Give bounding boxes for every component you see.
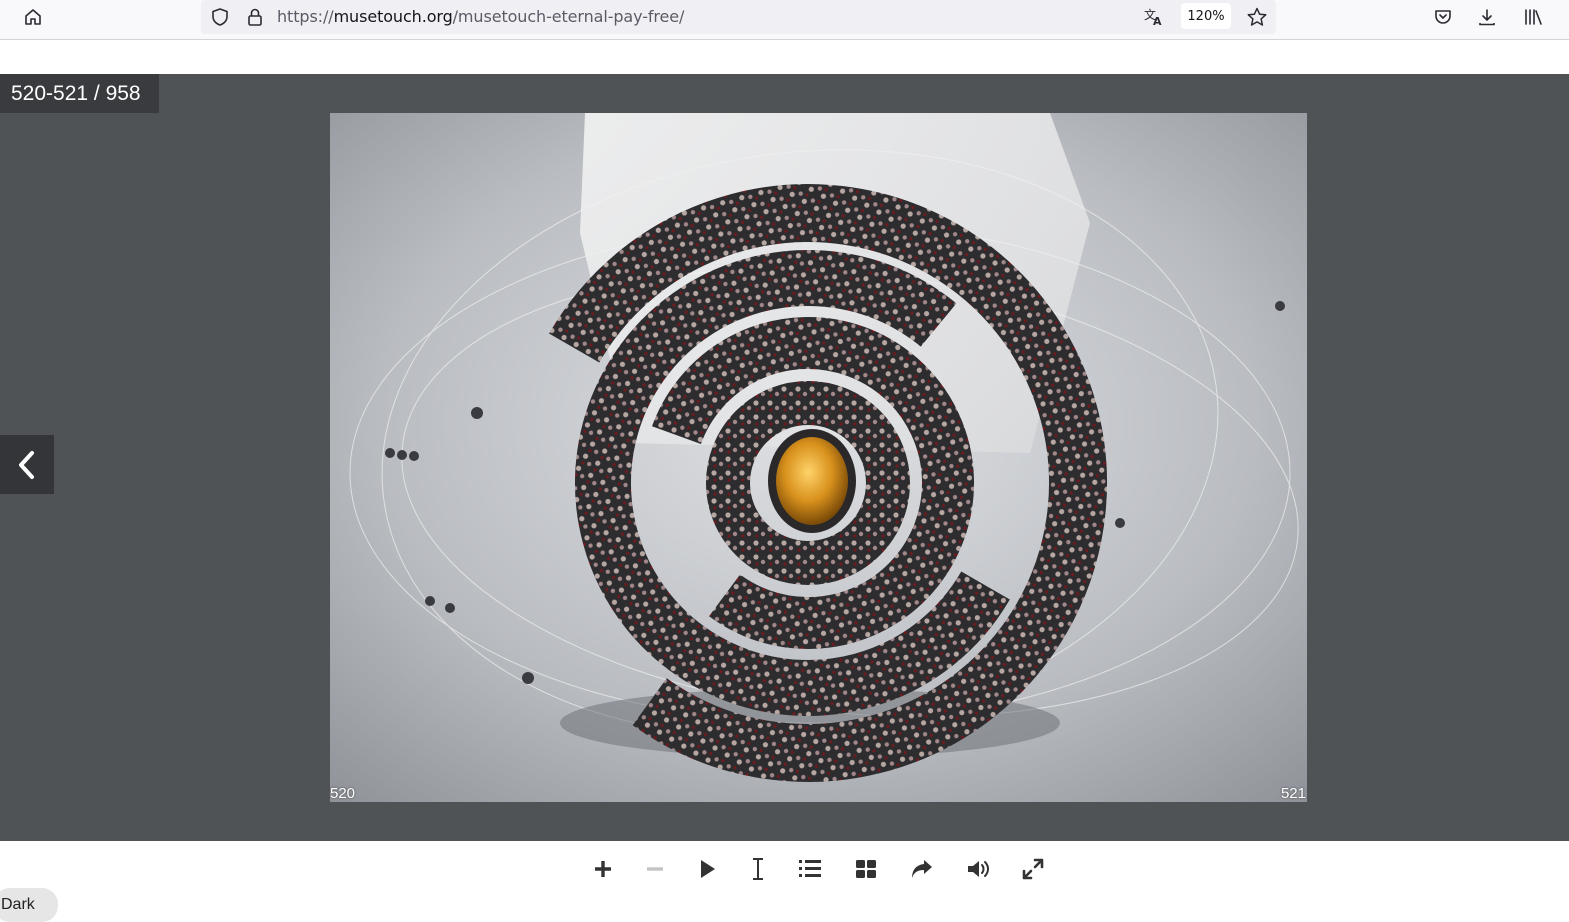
- zoom-out-button[interactable]: [640, 856, 670, 882]
- chevron-left-icon: [19, 450, 34, 479]
- right-page-number: 521: [1280, 785, 1306, 802]
- lock-icon[interactable]: [240, 4, 270, 30]
- browser-toolbar: https://musetouch.org/musetouch-eternal-…: [0, 0, 1569, 40]
- home-icon[interactable]: [18, 4, 48, 30]
- previous-page-button[interactable]: [0, 435, 54, 494]
- page-counter: 520-521 / 958: [0, 74, 159, 113]
- autoplay-button[interactable]: [692, 856, 722, 882]
- brooch-photo: [330, 113, 1307, 802]
- url-text[interactable]: https://musetouch.org/musetouch-eternal-…: [277, 7, 684, 26]
- page-spread[interactable]: 520 521: [330, 113, 1307, 802]
- translate-icon[interactable]: 文A: [1139, 4, 1169, 30]
- share-icon: [912, 860, 932, 878]
- zoom-in-button[interactable]: [588, 856, 618, 882]
- url-domain: musetouch.org: [333, 7, 453, 26]
- share-button[interactable]: [907, 856, 937, 882]
- zoom-out-icon: [647, 867, 663, 871]
- table-of-contents-icon: [799, 860, 821, 877]
- sound-icon: [968, 861, 989, 877]
- library-icon[interactable]: [1518, 4, 1548, 30]
- tracking-protection-shield-icon[interactable]: [205, 4, 235, 30]
- thumbnails-icon: [856, 860, 876, 878]
- play-icon: [701, 860, 715, 878]
- fullscreen-icon: [1022, 858, 1044, 880]
- text-select-button[interactable]: [743, 856, 773, 882]
- left-page-number: 520: [330, 785, 356, 802]
- zoom-in-icon: [595, 861, 611, 877]
- url-path: /musetouch-eternal-pay-free/: [452, 7, 685, 26]
- text-select-icon: [753, 858, 763, 880]
- table-of-contents-button[interactable]: [795, 856, 825, 882]
- downloads-icon[interactable]: [1472, 4, 1502, 30]
- flipbook-viewer: 520-521 / 958 520 521: [0, 74, 1569, 841]
- dark-mode-toggle[interactable]: Dark: [0, 888, 58, 922]
- zoom-level-badge[interactable]: 120%: [1181, 3, 1231, 29]
- viewer-controls: [0, 841, 1569, 912]
- url-prefix: https://: [277, 7, 334, 26]
- bookmark-star-icon[interactable]: [1242, 4, 1272, 30]
- svg-text:A: A: [1153, 15, 1162, 27]
- sound-button[interactable]: [963, 856, 993, 882]
- thumbnails-button[interactable]: [851, 856, 881, 882]
- fullscreen-button[interactable]: [1018, 856, 1048, 882]
- pocket-icon[interactable]: [1428, 4, 1458, 30]
